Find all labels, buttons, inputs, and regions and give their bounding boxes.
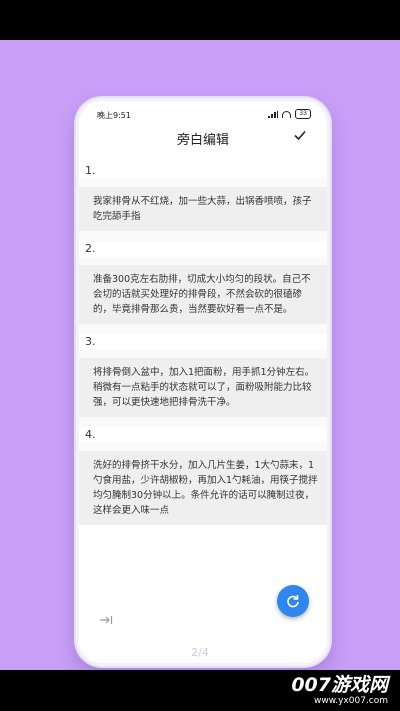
wifi-icon — [282, 110, 292, 118]
watermark-logo: 007游戏网 www.yx007.com — [291, 674, 388, 707]
narration-text-field[interactable]: 准备300克左右肋排，切成大小均匀的段状。自己不会切的话就买处理好的排骨段，不然… — [79, 265, 327, 324]
watermark-name: 007游戏网 — [291, 674, 388, 696]
narration-text-field[interactable]: 洗好的排骨挤干水分，加入几片生姜，1大勺蒜末，1勺食用盐，少许胡椒粉，再加入1勺… — [79, 451, 327, 525]
item-number: 2. — [85, 242, 96, 255]
page-title: 旁白编辑 — [176, 133, 229, 148]
screenshot-background: 晚上9:51 33 旁白编辑 1. 我家排骨从不红烧，加一些大蒜，出锅香喷喷，孩… — [0, 40, 400, 670]
page-indicator: 2/4 — [191, 646, 209, 659]
refresh-button[interactable] — [277, 585, 309, 617]
status-bar: 晚上9:51 33 — [79, 101, 327, 123]
confirm-check-icon[interactable] — [293, 128, 307, 142]
indent-icon[interactable] — [99, 614, 113, 626]
narration-text-field[interactable]: 将排骨倒入盆中，加入1把面粉，用手抓1分钟左右。稍微有一点粘手的状态就可以了，面… — [79, 358, 327, 417]
signal-icon — [268, 110, 279, 118]
list-item: 1. 我家排骨从不红烧，加一些大蒜，出锅香喷喷，孩子吃完舔手指 — [79, 163, 327, 231]
list-item: 3. 将排骨倒入盆中，加入1把面粉，用手抓1分钟左右。稍微有一点粘手的状态就可以… — [79, 334, 327, 417]
status-icons: 33 — [268, 109, 311, 119]
item-number: 4. — [85, 428, 96, 441]
refresh-icon — [287, 595, 299, 608]
narration-text-field[interactable]: 我家排骨从不红烧，加一些大蒜，出锅香喷喷，孩子吃完舔手指 — [79, 187, 327, 231]
watermark-url: www.yx007.com — [313, 696, 388, 706]
status-time: 晚上9:51 — [97, 111, 131, 120]
phone-frame: 晚上9:51 33 旁白编辑 1. 我家排骨从不红烧，加一些大蒜，出锅香喷喷，孩… — [76, 98, 330, 666]
list-item: 4. 洗好的排骨挤干水分，加入几片生姜，1大勺蒜末，1勺食用盐，少许胡椒粉，再加… — [79, 427, 327, 525]
narration-list: 1. 我家排骨从不红烧，加一些大蒜，出锅香喷喷，孩子吃完舔手指 2. 准备300… — [79, 153, 327, 613]
battery-icon: 33 — [295, 109, 311, 119]
top-bar — [0, 0, 400, 40]
item-number: 1. — [85, 164, 96, 177]
list-item: 2. 准备300克左右肋排，切成大小均匀的段状。自己不会切的话就买处理好的排骨段… — [79, 241, 327, 324]
item-number: 3. — [85, 335, 96, 348]
